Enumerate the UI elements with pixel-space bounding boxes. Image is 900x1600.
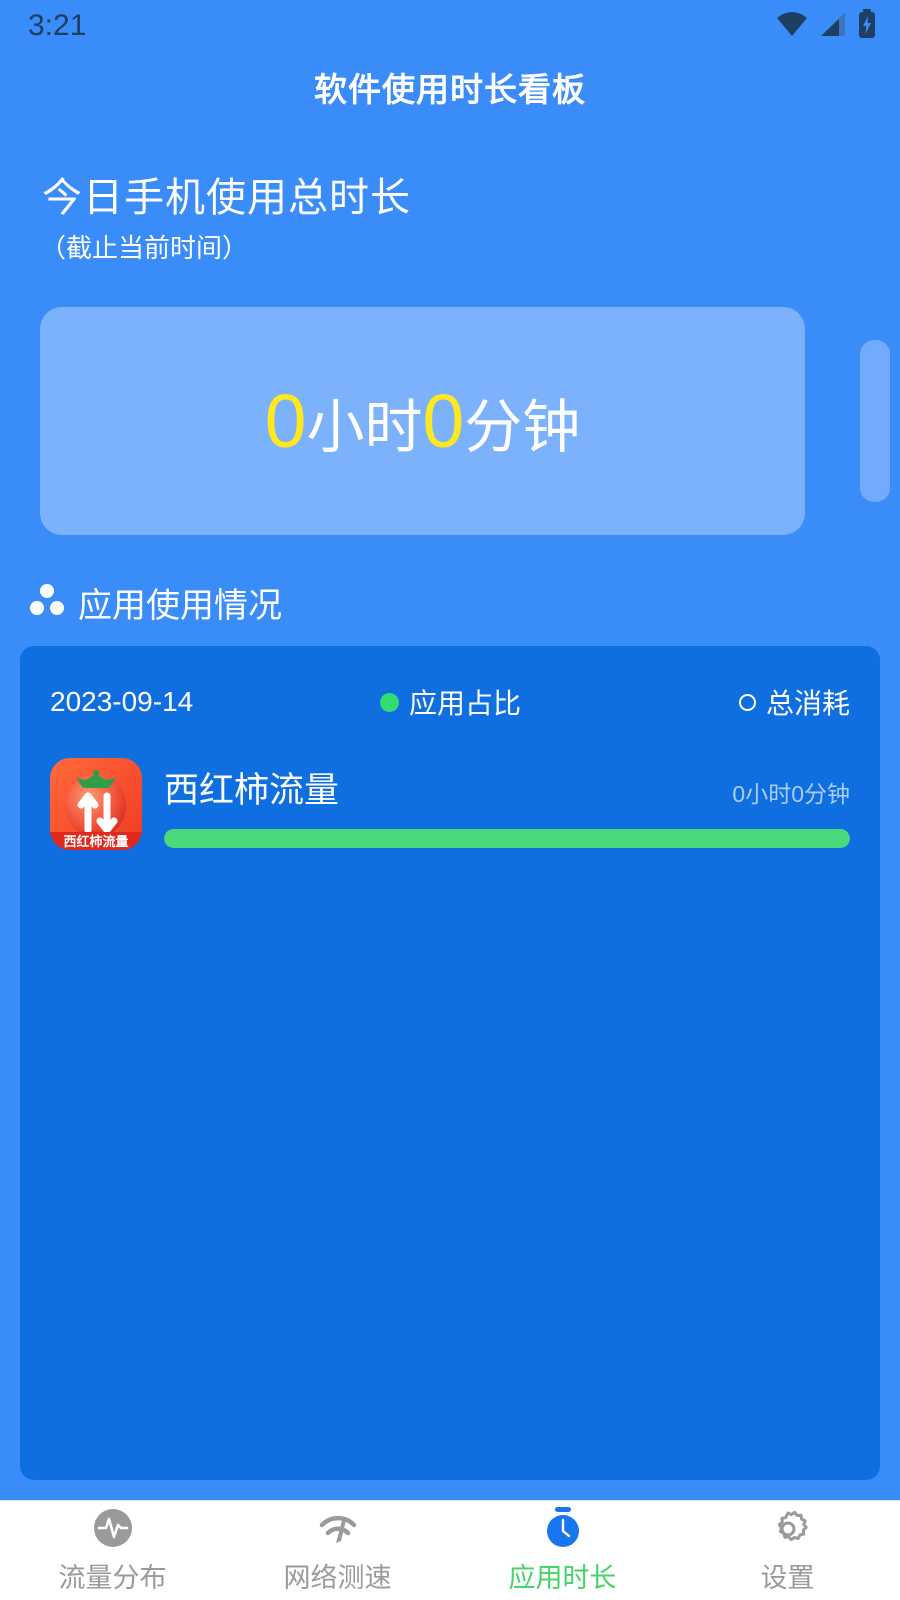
status-bar-icons [776,8,876,44]
total-hours-value: 0 [264,378,307,463]
app-usage-progress-fill [164,829,850,848]
legend-app-percentage[interactable]: 应用占比 [380,682,521,722]
speed-test-icon [315,1506,361,1550]
nav-label-traffic-distribution: 流量分布 [58,1563,167,1593]
nav-label-app-duration: 应用时长 [508,1563,617,1593]
battery-nub-decoration [860,340,890,502]
app-card-header: 2023-09-14 应用占比 总消耗 [50,682,850,722]
nav-item-traffic-distribution[interactable]: 流量分布 [0,1501,225,1600]
nav-item-network-speed[interactable]: 网络测速 [225,1501,450,1600]
app-name-row: 西红柿流量 0小时0分钟 [164,762,850,813]
app-usage-progress-track [164,829,850,848]
battery-duration-card: 0 小时 0 分钟 [40,307,890,535]
tomato-traffic-app-icon: 西红柿流量 [50,758,142,850]
legend-total-consumption-label: 总消耗 [765,688,850,719]
total-usage-subheading: （截止当前时间） [40,233,249,263]
nav-label-settings: 设置 [760,1563,815,1593]
signal-icon [819,11,847,42]
list-item[interactable]: 西红柿流量 西红柿流量 0小时0分钟 [50,758,850,850]
app-icon-label: 西红柿流量 [63,834,128,849]
total-usage-heading: 今日手机使用总时长 [42,176,411,220]
status-bar-time: 3:21 [28,9,87,42]
total-hours-unit: 小时 [306,394,423,460]
app-usage-section-label: 应用使用情况 [78,587,282,625]
status-bar: 3:21 [0,0,900,52]
battery-card-body: 0 小时 0 分钟 [40,307,805,535]
legend-app-percentage-label: 应用占比 [409,688,522,719]
page-title: 软件使用时长看板 [314,71,586,108]
filled-dot-icon [380,692,399,712]
app-info: 西红柿流量 0小时0分钟 [164,758,850,848]
gear-icon [766,1506,810,1550]
total-minutes-unit: 分钟 [464,394,581,460]
app-name: 西红柿流量 [164,771,340,810]
nav-item-settings[interactable]: 设置 [675,1501,900,1600]
hollow-circle-icon [738,693,756,711]
app-duration: 0小时0分钟 [732,781,850,807]
total-minutes-value: 0 [422,378,465,463]
stopwatch-icon [542,1506,584,1550]
nav-item-app-duration[interactable]: 应用时长 [450,1501,675,1600]
battery-charging-icon [858,8,876,44]
three-circles-icon [30,583,64,622]
wifi-icon [776,11,808,42]
pulse-circle-icon [92,1506,134,1550]
bottom-navigation-bar: 流量分布 网络测速 应用时长 设置 [0,1500,900,1600]
legend-total-consumption[interactable]: 总消耗 [738,682,850,722]
usage-date: 2023-09-14 [50,686,194,717]
total-duration-display: 0 小时 0 分钟 [264,378,581,463]
nav-label-network-speed: 网络测速 [283,1563,392,1593]
app-usage-section-header: 应用使用情况 [30,578,282,627]
app-usage-card: 2023-09-14 应用占比 总消耗 西红柿流量 西红柿流量 0小时0分钟 [20,646,880,1480]
